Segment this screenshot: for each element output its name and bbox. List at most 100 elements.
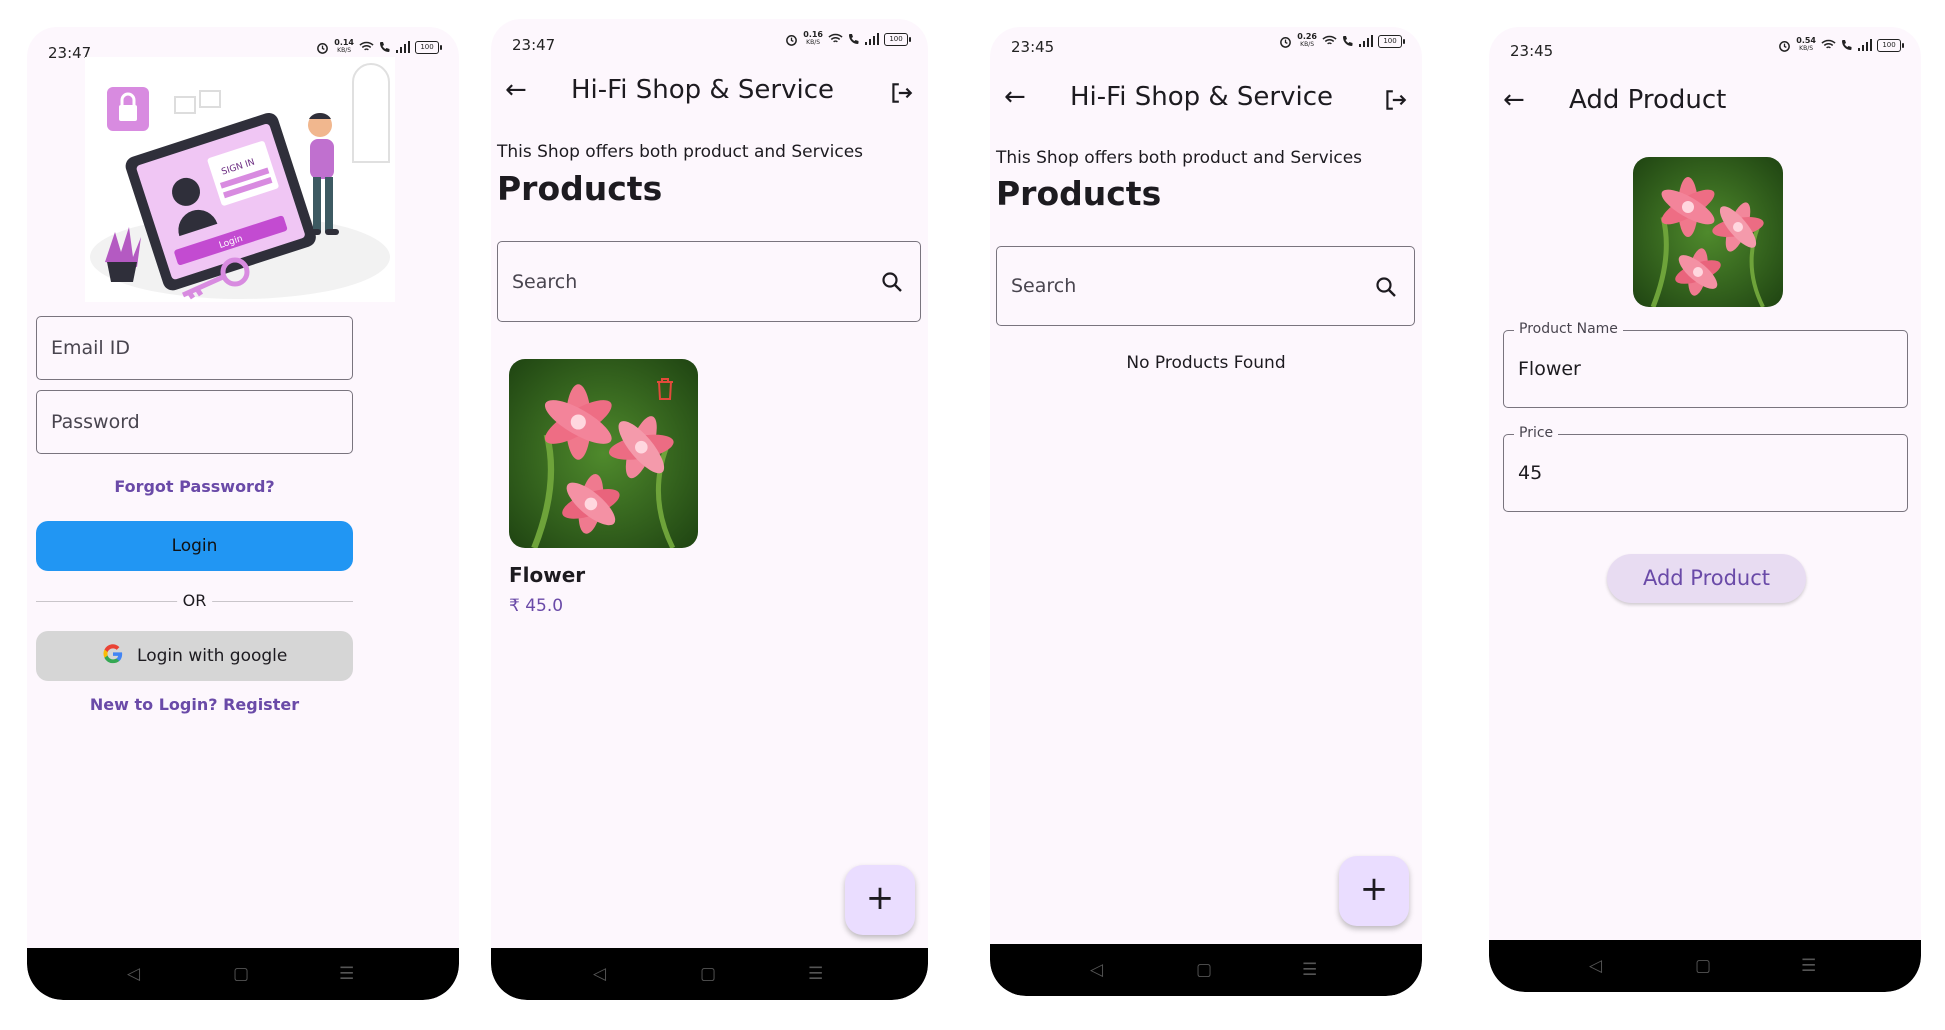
nav-home-icon[interactable]: ▢ [1695,956,1711,976]
nav-menu-icon[interactable]: ☰ [808,964,823,984]
products-heading: Products [996,174,1162,213]
call-icon [1343,36,1353,46]
back-arrow-icon[interactable]: ← [505,75,527,105]
empty-state-text: No Products Found [1126,353,1286,373]
products-screen: 23:47 0.16 KB/S 100 ← Hi-Fi Shop & Servic… [491,19,928,1000]
search-placeholder: Search [512,270,578,293]
wifi-icon [828,33,843,43]
search-icon[interactable] [880,270,904,294]
status-bar: 23:45 0.54 KB/S 100 [1489,27,1921,77]
nav-back-icon[interactable]: ◁ [1090,960,1103,980]
login-button[interactable]: Login [36,521,353,571]
plus-icon: + [865,878,895,918]
product-card[interactable]: Flower ₹ 45.0 [509,359,699,619]
register-link[interactable]: New to Login? Register [27,695,362,714]
status-icons: 0.54 KB/S 100 [1778,36,1904,53]
nav-back-icon[interactable]: ◁ [1589,956,1602,976]
logout-icon[interactable] [888,80,914,106]
system-nav-bar: ◁ ▢ ☰ [491,948,928,1000]
product-name: Flower [509,563,586,587]
product-image-picker[interactable] [1633,157,1783,307]
call-icon [1842,40,1852,50]
signal-icon [1858,39,1872,51]
nav-menu-icon[interactable]: ☰ [1801,956,1816,976]
system-nav-bar: ◁ ▢ ☰ [990,944,1422,996]
shop-subtitle: This Shop offers both product and Servic… [497,142,864,162]
email-field[interactable]: Email ID [36,316,353,380]
or-divider-text: OR [176,591,213,610]
alarm-icon [317,42,329,54]
wifi-icon [359,41,374,51]
product-name-label: Product Name [1514,321,1623,337]
search-input[interactable]: Search [497,241,921,322]
email-placeholder: Email ID [51,337,130,359]
system-nav-bar: ◁ ▢ ☰ [1489,940,1921,992]
system-nav-bar: ◁ ▢ ☰ [27,948,459,1000]
search-placeholder: Search [1011,275,1077,297]
status-time: 23:47 [512,36,556,54]
network-speed: 0.54 KB/S [1796,36,1816,53]
nav-home-icon[interactable]: ▢ [1196,960,1212,980]
nav-back-icon[interactable]: ◁ [127,964,140,984]
price-value: 45 [1518,462,1543,484]
search-icon[interactable] [1374,275,1398,299]
alarm-icon [1280,36,1292,48]
signal-icon [865,33,879,45]
signal-icon [396,41,410,53]
product-name-field[interactable]: Product Name Flower [1503,321,1908,408]
call-icon [380,42,390,52]
product-price: ₹ 45.0 [509,596,564,616]
battery-icon: 100 [1378,34,1405,48]
add-product-fab[interactable]: + [1339,856,1409,926]
add-product-fab[interactable]: + [845,865,915,935]
logout-icon[interactable] [1382,87,1408,113]
sign-in-illustration: SIGN IN Login [85,57,395,302]
trash-icon[interactable] [654,377,676,401]
network-speed: 0.16 KB/S [803,30,823,47]
forgot-password-link[interactable]: Forgot Password? [27,477,362,496]
price-label: Price [1514,425,1559,441]
password-field[interactable]: Password [36,390,353,454]
app-bar-title: Hi-Fi Shop & Service [1070,82,1333,112]
back-arrow-icon[interactable]: ← [1503,85,1525,115]
status-icons: 0.16 KB/S 100 [785,30,911,47]
shop-subtitle: This Shop offers both product and Servic… [996,148,1363,168]
products-heading: Products [497,169,663,208]
plus-icon: + [1359,869,1389,909]
add-product-screen: 23:45 0.54 KB/S 100 ← Add Product Product… [1489,27,1921,992]
google-icon [103,644,122,664]
empty-products-screen: 23:45 0.26 KB/S 100 ← Hi-Fi Shop & Servic… [990,27,1422,996]
login-button-label: Login [171,536,218,556]
nav-home-icon[interactable]: ▢ [700,964,716,984]
nav-home-icon[interactable]: ▢ [233,964,249,984]
search-input[interactable]: Search [996,246,1415,326]
nav-menu-icon[interactable]: ☰ [339,964,354,984]
call-icon [849,34,859,44]
nav-back-icon[interactable]: ◁ [593,964,606,984]
add-product-button-label: Add Product [1642,566,1771,590]
network-speed: 0.26 KB/S [1297,32,1317,49]
wifi-icon [1322,35,1337,45]
status-icons: 0.26 KB/S 100 [1279,32,1405,49]
add-product-button[interactable]: Add Product [1607,554,1806,603]
status-icons: 0.14 KB/S 100 [316,38,442,55]
alarm-icon [1779,40,1791,52]
status-time: 23:45 [1011,38,1055,56]
battery-icon: 100 [415,40,442,54]
wifi-icon [1821,39,1836,49]
battery-icon: 100 [1877,38,1904,52]
google-login-button[interactable]: Login with google [36,631,353,681]
nav-menu-icon[interactable]: ☰ [1302,960,1317,980]
price-field[interactable]: Price 45 [1503,425,1908,512]
status-time: 23:45 [1510,42,1554,60]
status-bar: 23:47 0.16 KB/S 100 [491,19,928,69]
or-divider: OR [36,591,353,611]
signal-icon [1359,35,1373,47]
network-speed: 0.14 KB/S [334,38,354,55]
login-screen: 23:47 0.14 KB/S 100 SIGN IN Login Email … [27,27,459,1000]
password-placeholder: Password [51,411,140,433]
product-name-value: Flower [1518,358,1581,380]
app-bar-title: Hi-Fi Shop & Service [571,75,834,105]
app-bar-title: Add Product [1569,85,1727,115]
back-arrow-icon[interactable]: ← [1004,82,1026,112]
